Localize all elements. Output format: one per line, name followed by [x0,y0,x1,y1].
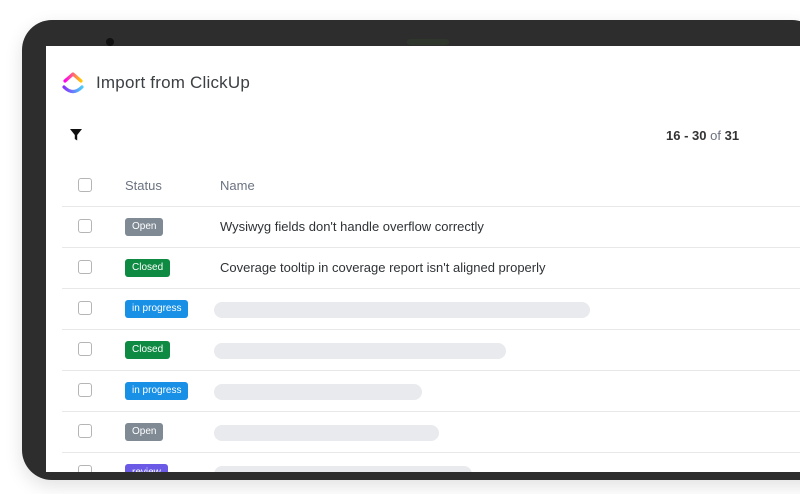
table-header-row: Status Name [62,166,800,207]
pagination-info: 16 - 30 of 31 [666,128,739,143]
range-end: 30 [692,128,707,143]
row-checkbox[interactable] [78,260,92,274]
row-checkbox[interactable] [78,465,92,472]
loading-placeholder [214,425,439,441]
speaker-grille [407,39,449,45]
loading-placeholder [214,343,506,359]
issue-name: Wysiwyg fields don't handle overflow cor… [220,219,484,234]
table-row[interactable]: Closed [62,330,800,371]
table-row[interactable]: in progress [62,371,800,412]
status-badge: Open [125,218,164,236]
table-row[interactable]: review [62,453,800,472]
issue-name: Coverage tooltip in coverage report isn'… [220,260,546,275]
table-row[interactable]: Open [62,412,800,453]
of-label: of [710,128,721,143]
row-checkbox[interactable] [78,342,92,356]
status-badge: Closed [125,341,171,359]
loading-placeholder [214,384,422,400]
table-body: Open Wysiwyg fields don't handle overflow… [62,207,800,472]
loading-placeholder [214,302,590,318]
status-badge: in progress [125,382,189,400]
header: Import from ClickUp [60,68,250,98]
column-header-status: Status [125,178,162,193]
status-badge: Open [125,423,164,441]
page-title: Import from ClickUp [96,73,250,92]
row-checkbox[interactable] [78,301,92,315]
row-checkbox[interactable] [78,383,92,397]
total-count: 31 [724,128,740,143]
app-window: Import from ClickUp 16 - 30 of 31 Status… [46,46,800,472]
range-start: 16 [666,128,681,143]
table-row[interactable]: Open Wysiwyg fields don't handle overflow… [62,207,800,248]
status-badge: review [125,464,168,472]
column-header-name: Name [220,178,255,193]
issues-table: Status Name Open Wysiwyg fields don't han… [62,166,800,472]
row-checkbox[interactable] [78,424,92,438]
filter-icon[interactable] [69,128,83,142]
camera-icon [106,38,114,46]
status-badge: Closed [125,259,171,277]
clickup-logo-icon [62,72,84,94]
loading-placeholder [214,466,472,472]
range-separator: - [680,128,693,143]
status-badge: in progress [125,300,189,318]
select-all-checkbox[interactable] [78,178,92,192]
row-checkbox[interactable] [78,219,92,233]
table-row[interactable]: Closed Coverage tooltip in coverage repor… [62,248,800,289]
table-row[interactable]: in progress [62,289,800,330]
